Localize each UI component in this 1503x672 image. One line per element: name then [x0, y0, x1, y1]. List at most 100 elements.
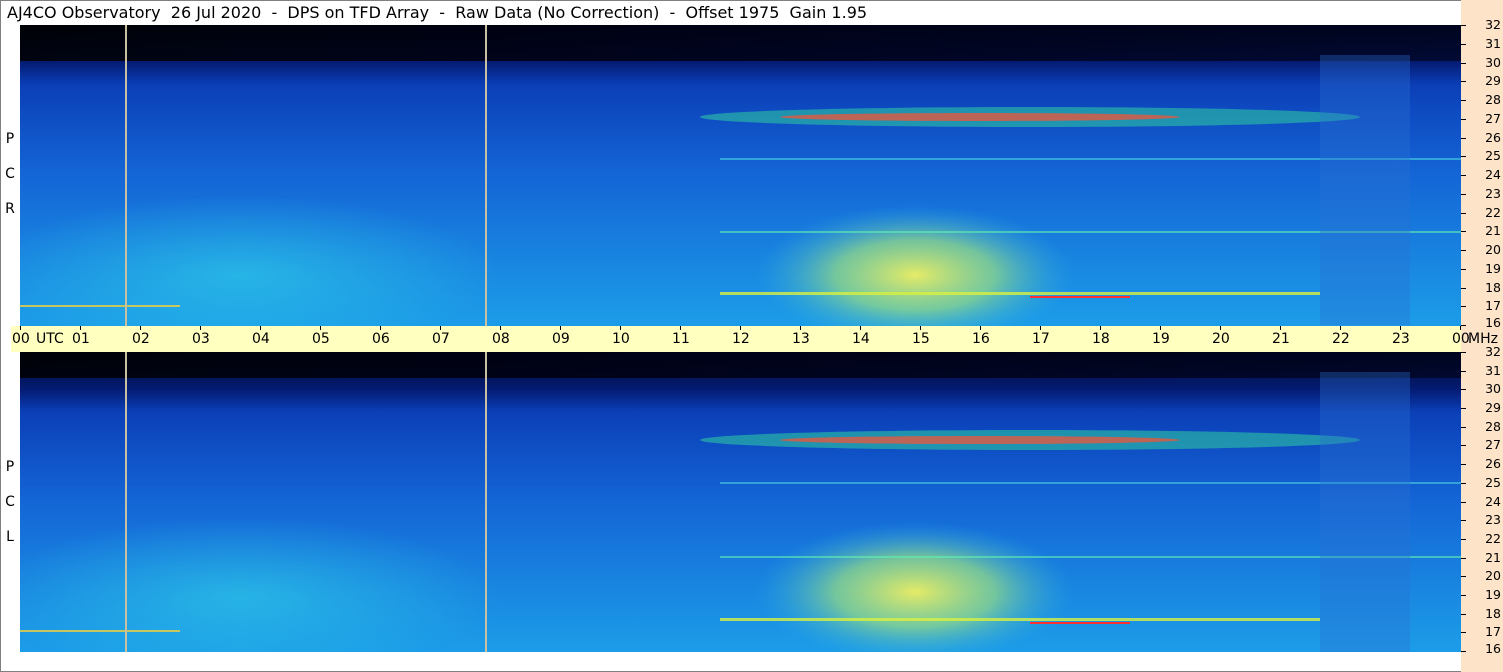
frequency-tick-label: 22 — [1485, 531, 1501, 546]
frequency-tick — [1461, 231, 1466, 232]
frequency-tick — [1461, 352, 1466, 353]
frequency-tick-label: 28 — [1485, 92, 1501, 107]
lcp-label: P C L — [3, 450, 17, 555]
frequency-tick-label: 23 — [1485, 186, 1501, 201]
time-tick — [260, 326, 261, 330]
time-tick-label: 05 — [312, 331, 330, 347]
rcp-spectrogram-image — [20, 25, 1461, 326]
frequency-tick — [1461, 539, 1466, 540]
frequency-tick — [1461, 614, 1466, 615]
frequency-tick-label: 17 — [1485, 298, 1501, 313]
frequency-tick-label: 18 — [1485, 606, 1501, 621]
frequency-tick-label: 19 — [1485, 587, 1501, 602]
time-axis: 00 01 02 03 04 05 06 07 08 09 10 11 12 13 14 15 16 17 18 19… — [11, 326, 1498, 352]
time-tick-label: 15 — [912, 331, 930, 347]
lcp-spectrogram-image — [20, 352, 1461, 652]
time-tick — [80, 326, 81, 330]
time-tick — [1040, 326, 1041, 330]
rcp-frequency-axis: 32 31 30 29 28 27 26 25 24 23 22 21 20 19 18 17 16 — [1461, 18, 1503, 330]
frequency-tick — [1461, 194, 1466, 195]
frequency-tick — [1461, 138, 1466, 139]
frequency-tick-label: 16 — [1485, 315, 1501, 330]
frequency-tick — [1461, 651, 1466, 652]
frequency-tick — [1461, 408, 1466, 409]
frequency-tick — [1461, 371, 1466, 372]
time-tick-label: 07 — [432, 331, 450, 347]
frequency-tick — [1461, 44, 1466, 45]
frequency-tick-label: 30 — [1485, 381, 1501, 396]
time-tick-label: 10 — [612, 331, 630, 347]
frequency-tick-label: 32 — [1485, 17, 1501, 32]
time-tick-label: 13 — [792, 331, 810, 347]
time-tick — [860, 326, 861, 330]
rcp-label-p: P — [5, 131, 15, 147]
time-tick — [320, 326, 321, 330]
frequency-tick — [1461, 520, 1466, 521]
frequency-tick-label: 30 — [1485, 55, 1501, 70]
time-tick — [620, 326, 621, 330]
time-tick — [1400, 326, 1401, 330]
frequency-tick-label: 31 — [1485, 363, 1501, 378]
frequency-tick — [1461, 250, 1466, 251]
frequency-tick — [1461, 81, 1466, 82]
frequency-tick — [1461, 269, 1466, 270]
time-tick-label: 04 — [252, 331, 270, 347]
frequency-tick-label: 31 — [1485, 36, 1501, 51]
time-tick — [980, 326, 981, 330]
frequency-tick — [1461, 427, 1466, 428]
time-tick — [440, 326, 441, 330]
time-tick — [380, 326, 381, 330]
time-tick-label: 20 — [1212, 331, 1230, 347]
frequency-tick-label: 25 — [1485, 475, 1501, 490]
frequency-tick — [1461, 325, 1466, 326]
time-tick-label: 23 — [1392, 331, 1410, 347]
time-tick — [1340, 326, 1341, 330]
chart-title: AJ4CO Observatory 26 Jul 2020 - DPS on T… — [7, 3, 868, 22]
time-tick-label: 02 — [132, 331, 150, 347]
frequency-tick-label: 18 — [1485, 280, 1501, 295]
rcp-spectrogram — [20, 25, 1461, 326]
frequency-tick-label: 24 — [1485, 167, 1501, 182]
frequency-tick — [1461, 464, 1466, 465]
time-tick — [500, 326, 501, 330]
time-tick — [800, 326, 801, 330]
time-tick — [140, 326, 141, 330]
time-tick — [680, 326, 681, 330]
frequency-tick — [1461, 288, 1466, 289]
frequency-tick-label: 17 — [1485, 624, 1501, 639]
frequency-tick-label: 21 — [1485, 223, 1501, 238]
lcp-label-c: C — [5, 494, 15, 510]
time-tick — [1280, 326, 1281, 330]
frequency-tick-label: 26 — [1485, 456, 1501, 471]
frequency-tick-label: 16 — [1485, 641, 1501, 656]
rcp-label-r: R — [5, 201, 15, 217]
time-tick-label: 12 — [732, 331, 750, 347]
lcp-spectrogram — [20, 352, 1461, 652]
time-tick-label: 00 — [12, 331, 30, 347]
time-tick-label: 22 — [1332, 331, 1350, 347]
frequency-tick — [1461, 63, 1466, 64]
utc-label: UTC — [36, 331, 64, 347]
time-tick-label: 09 — [552, 331, 570, 347]
frequency-tick-label: 22 — [1485, 205, 1501, 220]
frequency-tick-label: 27 — [1485, 111, 1501, 126]
frequency-tick-label: 19 — [1485, 261, 1501, 276]
lcp-frequency-axis: 32 31 30 29 28 27 26 25 24 23 22 21 20 19 18 17 16 — [1461, 345, 1503, 656]
time-tick-label: 21 — [1272, 331, 1290, 347]
frequency-tick — [1461, 213, 1466, 214]
frequency-tick-label: 21 — [1485, 550, 1501, 565]
frequency-tick-label: 25 — [1485, 148, 1501, 163]
frequency-tick — [1461, 306, 1466, 307]
frequency-tick-label: 24 — [1485, 494, 1501, 509]
frequency-tick — [1461, 25, 1466, 26]
time-tick — [200, 326, 201, 330]
time-tick — [740, 326, 741, 330]
time-tick-label: 19 — [1152, 331, 1170, 347]
time-tick — [1160, 326, 1161, 330]
frequency-tick — [1461, 175, 1466, 176]
frequency-tick-label: 29 — [1485, 73, 1501, 88]
frequency-tick-label: 32 — [1485, 344, 1501, 359]
time-tick — [1220, 326, 1221, 330]
frequency-tick — [1461, 595, 1466, 596]
frequency-tick — [1461, 156, 1466, 157]
